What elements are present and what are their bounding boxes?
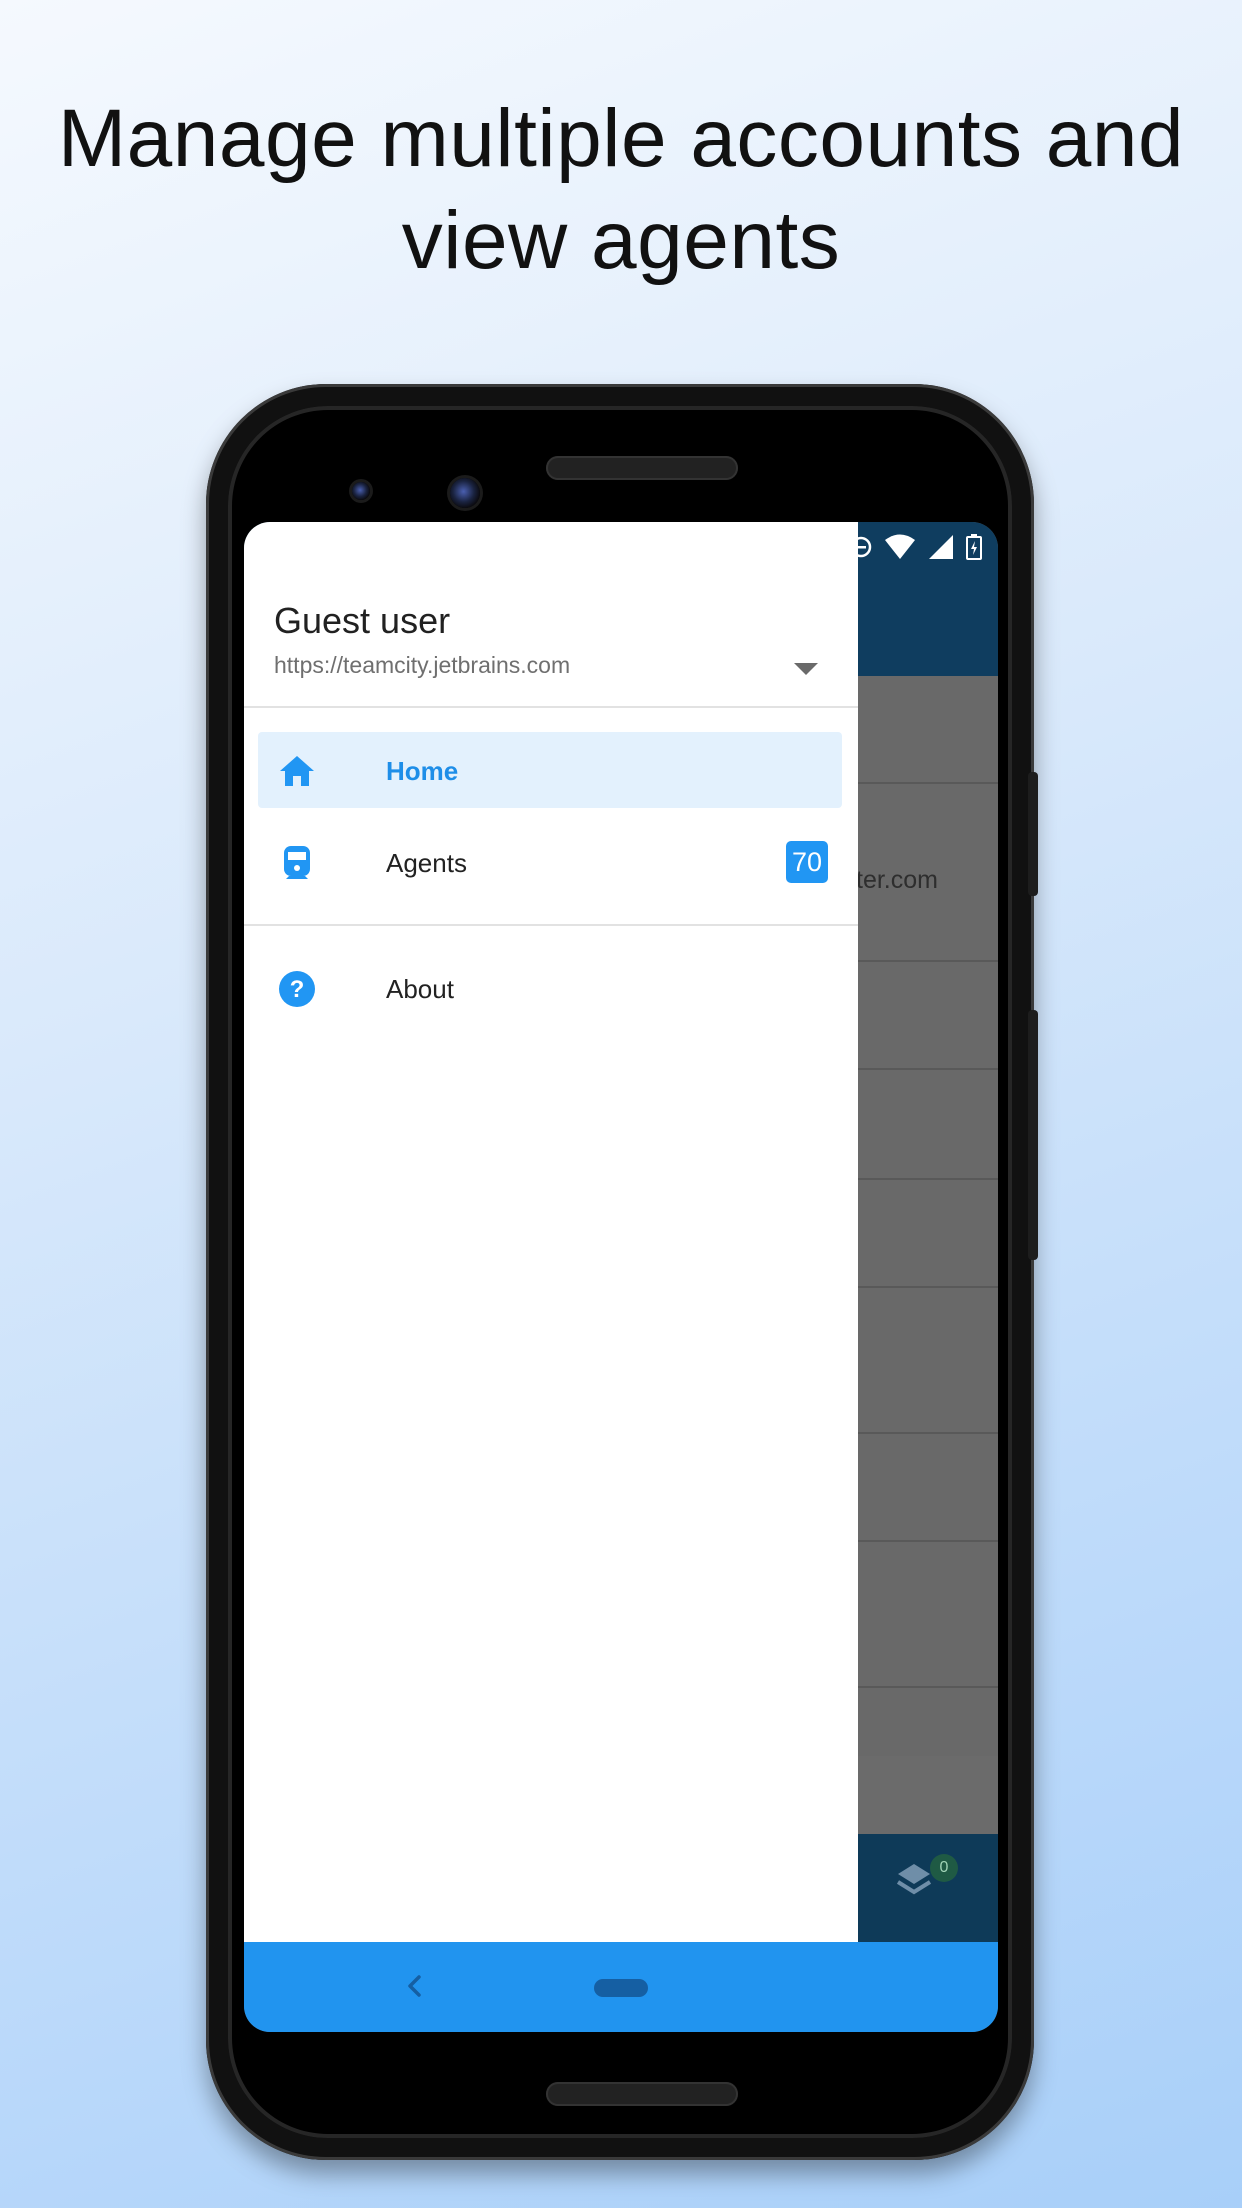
headline: Manage multiple accounts and view agents	[0, 88, 1242, 292]
queue-count-badge: 0	[930, 1854, 958, 1882]
back-chevron-icon[interactable]	[398, 1969, 432, 2003]
home-icon	[280, 756, 314, 786]
battery-icon	[966, 534, 982, 560]
svg-text:?: ?	[290, 976, 305, 1003]
menu-divider	[244, 924, 858, 926]
navigation-drawer: Guest user https://teamcity.jetbrains.co…	[244, 522, 858, 1942]
background-list-url: ter.com	[856, 866, 938, 894]
drawer-item-home-label: Home	[386, 756, 459, 786]
drawer-item-agents-label: Agents	[386, 848, 467, 878]
system-navigation-bar	[244, 1942, 998, 2032]
phone-screen: ter.com 0 Guest user https://teamcity.je…	[244, 522, 998, 2032]
drawer-item-home[interactable]: Home	[258, 732, 842, 808]
layers-icon	[896, 1864, 932, 1895]
agent-train-icon	[284, 846, 310, 879]
drawer-item-about-label: About	[386, 974, 454, 1004]
signal-icon	[929, 535, 953, 559]
wifi-icon	[885, 534, 915, 559]
drawer-item-about[interactable]: ? About	[258, 950, 842, 1026]
bottom-speaker	[546, 2082, 738, 2106]
account-name[interactable]: Guest user	[274, 600, 450, 642]
header-divider	[244, 706, 858, 708]
headline-line-1: Manage multiple accounts and	[57, 93, 1185, 184]
power-button	[1028, 772, 1038, 896]
drawer-item-agents[interactable]: Agents 70	[258, 824, 842, 900]
volume-button	[1028, 1010, 1038, 1260]
front-camera	[450, 478, 480, 508]
home-pill-button[interactable]	[594, 1979, 648, 1997]
account-server-url[interactable]: https://teamcity.jetbrains.com	[274, 652, 570, 679]
headline-line-2: view agents	[401, 195, 841, 286]
front-camera-small	[352, 482, 370, 500]
arrow-drop-down-icon[interactable]	[794, 663, 818, 675]
top-speaker	[546, 456, 738, 480]
status-bar-icons	[850, 532, 982, 562]
help-circle-icon: ?	[279, 971, 315, 1007]
agents-count-badge: 70	[786, 841, 828, 883]
